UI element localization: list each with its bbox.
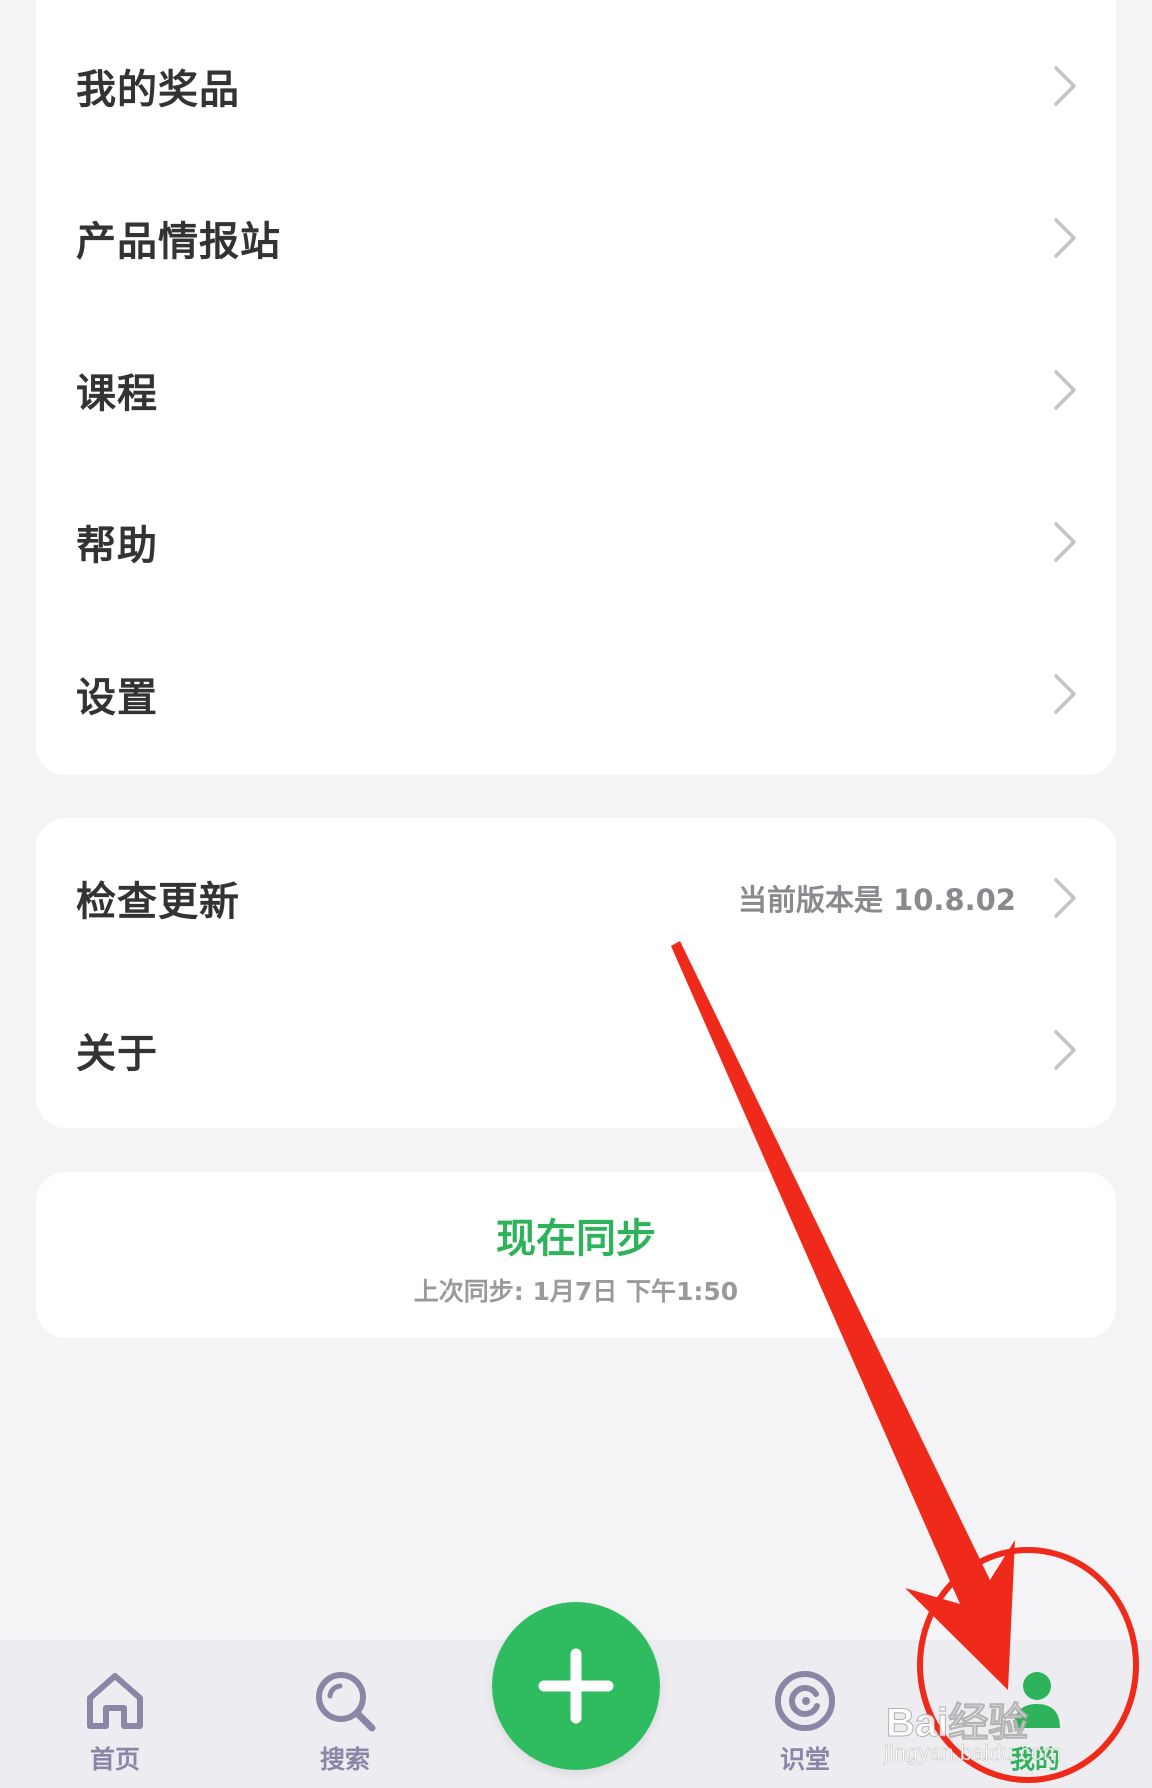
tab-label: 识堂 [779,1745,830,1774]
menu-item-prizes[interactable]: 我的奖品 [36,10,1116,162]
menu-item-label: 我的奖品 [76,67,240,113]
menu-item-label: 课程 [76,371,158,417]
tab-label: 首页 [89,1745,140,1774]
settings-menu-card: 我的奖品 产品情报站 课程 帮助 设置 [36,0,1116,775]
chevron-right-icon [1054,370,1076,410]
menu-item-courses[interactable]: 课程 [36,314,1116,466]
sync-now-button[interactable]: 现在同步 上次同步: 1月7日 下午1:50 [36,1172,1116,1338]
last-sync-text: 上次同步: 1月7日 下午1:50 [413,1277,739,1306]
chevron-right-icon [1054,66,1076,106]
plus-icon [538,1648,614,1724]
menu-item-label: 帮助 [76,523,158,569]
tab-mine[interactable]: 我的 [960,1640,1110,1788]
version-text: 当前版本是 10.8.02 [737,883,1016,917]
about-item[interactable]: 关于 [36,974,1116,1126]
tab-search[interactable]: 搜索 [270,1640,420,1788]
chevron-right-icon [1054,522,1076,562]
chevron-right-icon [1054,674,1076,714]
user-icon [1014,1672,1060,1728]
sync-title: 现在同步 [496,1216,656,1262]
chevron-right-icon [1054,878,1076,918]
tab-label: 搜索 [319,1745,370,1774]
check-update-label: 检查更新 [76,879,240,925]
check-update-item[interactable]: 检查更新 当前版本是 10.8.02 [36,822,1116,974]
home-icon [87,1673,143,1729]
menu-item-help[interactable]: 帮助 [36,466,1116,618]
tab-label: 我的 [1009,1745,1060,1774]
menu-item-label: 设置 [76,675,158,721]
menu-item-label: 产品情报站 [76,219,281,265]
menu-item-settings[interactable]: 设置 [36,618,1116,770]
tab-home[interactable]: 首页 [40,1640,190,1788]
tab-learning[interactable]: 识堂 [730,1640,880,1788]
about-label: 关于 [76,1031,158,1077]
search-icon [316,1672,376,1732]
learning-icon [775,1671,835,1731]
menu-item-product-news[interactable]: 产品情报站 [36,162,1116,314]
chevron-right-icon [1054,1030,1076,1070]
chevron-right-icon [1054,218,1076,258]
update-about-card: 检查更新 当前版本是 10.8.02 关于 [36,818,1116,1128]
add-button[interactable] [492,1602,660,1770]
